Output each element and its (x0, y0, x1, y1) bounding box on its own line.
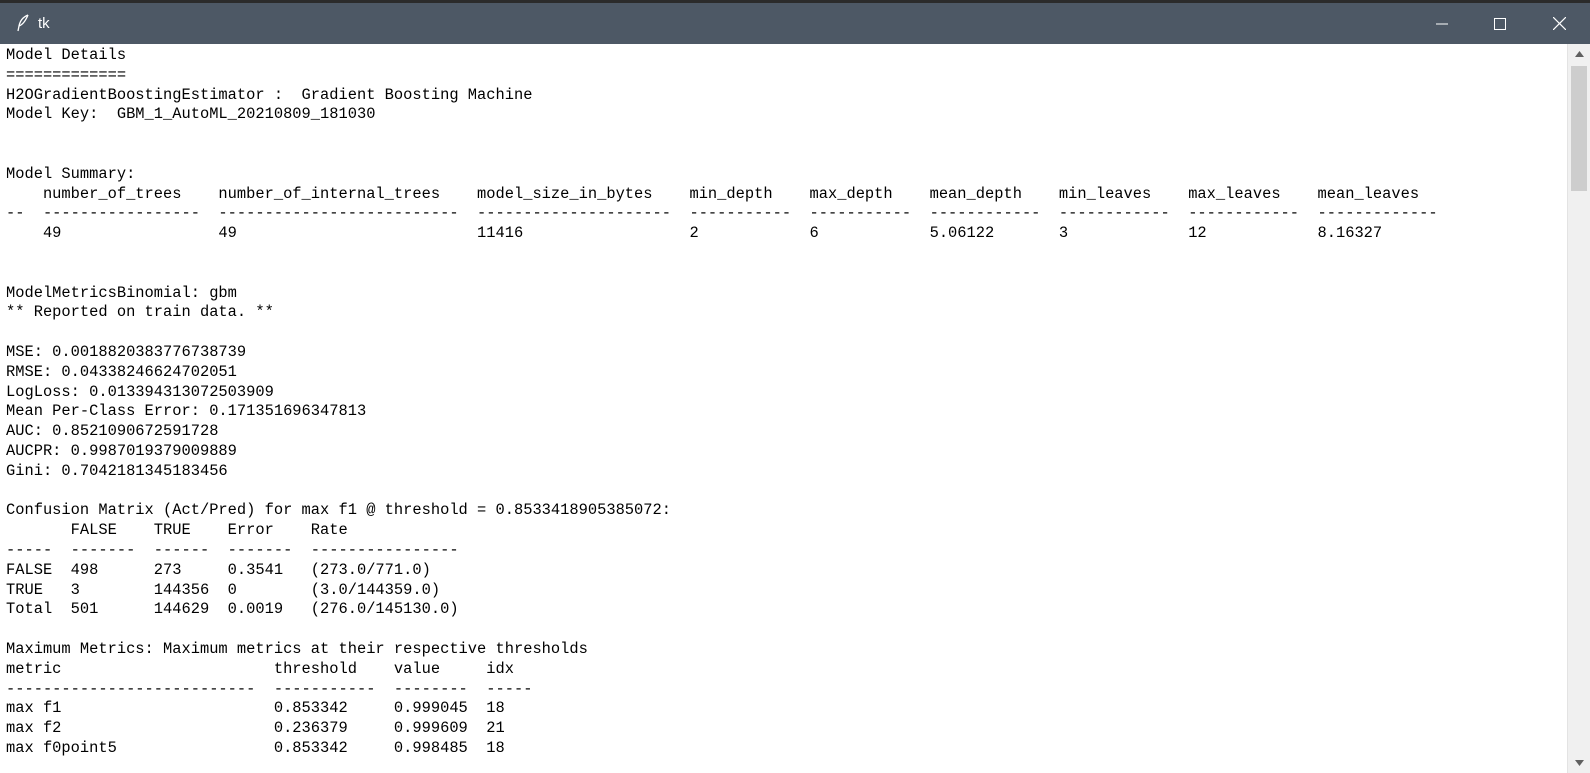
output-line: MSE: 0.0018820383776738739 (6, 342, 247, 361)
output-line: -- ----------------- -------------------… (6, 204, 1438, 223)
minimize-button[interactable] (1413, 3, 1471, 44)
window-title: tk (38, 15, 50, 32)
output-line: Total 501 144629 0.0019 (276.0/145130.0) (6, 600, 459, 619)
output-line: Mean Per-Class Error: 0.171351696347813 (6, 402, 367, 421)
model-output-text[interactable]: Model Details ============= H2OGradientBoo… (6, 46, 1438, 759)
output-line: max f1 0.853342 0.999045 18 (6, 699, 505, 718)
scroll-up-button[interactable] (1568, 44, 1590, 64)
output-line: RMSE: 0.04338246624702051 (6, 362, 237, 381)
close-icon (1552, 17, 1566, 30)
output-line: number_of_trees number_of_internal_trees… (6, 184, 1420, 203)
title-bar[interactable]: tk (0, 3, 1590, 44)
output-line: TRUE 3 144356 0 (3.0/144359.0) (6, 580, 441, 599)
maximize-icon (1494, 17, 1506, 30)
vertical-scrollbar[interactable] (1567, 44, 1590, 773)
output-line: max f2 0.236379 0.999609 21 (6, 719, 505, 738)
scroll-up-arrow-icon (1574, 51, 1584, 57)
output-line: FALSE TRUE Error Rate (6, 521, 348, 540)
maximize-button[interactable] (1471, 3, 1529, 44)
output-line: --------------------------- ----------- … (6, 679, 533, 698)
feather-icon (17, 14, 29, 32)
output-line: max f0point5 0.853342 0.998485 18 (6, 738, 505, 757)
output-line: metric threshold value idx (6, 659, 514, 678)
output-line: AUC: 0.8521090672591728 (6, 422, 219, 441)
text-output-area[interactable]: Model Details ============= H2OGradientBoo… (0, 44, 1567, 773)
output-line: Gini: 0.7042181345183456 (6, 461, 228, 480)
minimize-icon (1436, 23, 1448, 24)
tk-window: tk Model Details ============= H2OGradient… (0, 3, 1590, 773)
output-line: Model Details (6, 46, 127, 64)
scroll-down-button[interactable] (1568, 753, 1590, 773)
output-line: Confusion Matrix (Act/Pred) for max f1 @… (6, 501, 671, 520)
output-line: FALSE 498 273 0.3541 (273.0/771.0) (6, 560, 431, 579)
output-line: LogLoss: 0.013394313072503909 (6, 382, 274, 401)
output-line: ----- ------- ------ ------- -----------… (6, 540, 459, 559)
output-line: Model Summary: (6, 164, 136, 183)
output-line: ModelMetricsBinomial: gbm (6, 283, 237, 302)
output-line: AUCPR: 0.9987019379009889 (6, 441, 237, 460)
output-line: Maximum Metrics: Maximum metrics at thei… (6, 639, 588, 658)
output-line: ============= (6, 65, 127, 84)
output-line: ** Reported on train data. ** (6, 303, 274, 322)
output-line: 49 49 11416 2 6 5.06122 3 12 8.16327 (6, 224, 1383, 243)
scroll-down-arrow-icon (1574, 760, 1584, 766)
scroll-thumb[interactable] (1571, 66, 1587, 191)
output-line: Model Key: GBM_1_AutoML_20210809_181030 (6, 105, 376, 124)
close-button[interactable] (1530, 3, 1588, 44)
output-line: H2OGradientBoostingEstimator : Gradient … (6, 85, 533, 104)
